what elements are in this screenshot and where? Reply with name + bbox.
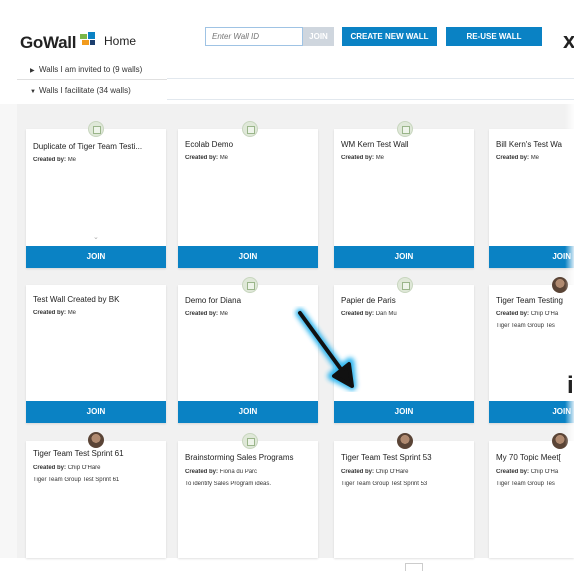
wall-icon	[397, 121, 413, 137]
wall-description: Tiger Team Group Test Sprint 61	[33, 477, 120, 483]
caret-right-icon: ▶	[30, 68, 35, 74]
wall-creator: Created by: Me	[185, 311, 229, 317]
join-button[interactable]: JOIN	[334, 401, 474, 423]
join-button[interactable]: JOIN	[489, 401, 574, 423]
scroll-tab[interactable]	[405, 563, 423, 571]
section-invited-walls[interactable]: ▶ Walls I am invited to (9 walls)	[17, 60, 167, 80]
create-new-wall-button[interactable]: CREATE NEW WALL	[342, 27, 437, 46]
wall-card[interactable]: Tiger Team Test Sprint 53 Created by: Ch…	[334, 441, 474, 558]
edge-fade	[565, 100, 574, 558]
avatar	[88, 432, 104, 448]
wall-creator: Created by: Chip O'Hare	[341, 469, 409, 475]
wall-creator: Created by: Chip O'Ha	[496, 311, 559, 317]
divider	[167, 99, 574, 100]
wall-title: WM Kern Test Wall	[341, 140, 409, 149]
wall-creator: Created by: Me	[341, 155, 385, 161]
wall-icon	[242, 277, 258, 293]
close-icon[interactable]: x	[563, 28, 574, 54]
section-facilitated-walls[interactable]: ▼ Walls I facilitate (34 walls)	[17, 81, 167, 101]
wall-icon	[242, 433, 258, 449]
wall-title: Ecolab Demo	[185, 140, 234, 149]
top-header: GoWall Home JOIN CREATE NEW WALL RE-USE …	[0, 0, 574, 58]
logo-mark-icon	[80, 32, 95, 45]
join-button[interactable]: JOIN	[26, 246, 166, 268]
join-wall-button[interactable]: JOIN	[303, 27, 334, 46]
wall-card[interactable]: Duplicate of Tiger Team Testi... Created…	[26, 129, 166, 268]
partial-glyph: i	[567, 372, 574, 399]
wall-card[interactable]: Brainstorming Sales Programs Created by:…	[178, 441, 318, 558]
wall-card[interactable]: Bill Kern's Test Wa Created by: Me JOIN	[489, 129, 574, 268]
wall-card[interactable]: Ecolab Demo Created by: Me JOIN	[178, 129, 318, 268]
wall-creator: Created by: Fiona du Parc	[185, 469, 258, 475]
chevron-down-icon[interactable]: ⌄	[93, 233, 99, 241]
wall-card[interactable]: My 70 Topic Meet[ Created by: Chip O'Ha …	[489, 441, 574, 558]
wall-description: Tiger Team Group Tes	[496, 323, 555, 329]
wall-icon	[397, 277, 413, 293]
wall-card[interactable]: Demo for Diana Created by: Me JOIN	[178, 285, 318, 423]
wall-icon	[242, 121, 258, 137]
join-button[interactable]: JOIN	[178, 401, 318, 423]
wall-title: Tiger Team Test Sprint 61	[33, 449, 124, 458]
wall-creator: Created by: Chip O'Ha	[496, 469, 559, 475]
wall-title: Test Wall Created by BK	[33, 295, 120, 304]
wall-card[interactable]: Tiger Team Testing Created by: Chip O'Ha…	[489, 285, 574, 423]
wall-card[interactable]: Test Wall Created by BK Created by: Me J…	[26, 285, 166, 423]
wall-title: Bill Kern's Test Wa	[496, 140, 562, 149]
wall-creator: Created by: Me	[496, 155, 540, 161]
wall-title: Papier de Paris	[341, 296, 396, 305]
join-button[interactable]: JOIN	[178, 246, 318, 268]
wall-title: Duplicate of Tiger Team Testi...	[33, 142, 143, 151]
wall-creator: Created by: Me	[33, 310, 77, 316]
join-button[interactable]: JOIN	[26, 401, 166, 423]
wall-creator: Created by: Me	[185, 155, 229, 161]
section-label: Walls I facilitate (34 walls)	[39, 86, 131, 95]
section-label: Walls I am invited to (9 walls)	[39, 65, 143, 74]
wall-title: Demo for Diana	[185, 296, 242, 305]
grid-edge	[0, 104, 17, 558]
avatar	[397, 433, 413, 449]
caret-down-icon: ▼	[30, 89, 36, 95]
gowall-logo[interactable]: GoWall	[20, 33, 76, 53]
wall-card[interactable]: WM Kern Test Wall Created by: Me JOIN	[334, 129, 474, 268]
wall-id-input[interactable]	[205, 27, 303, 46]
join-button[interactable]: JOIN	[334, 246, 474, 268]
wall-title: Tiger Team Testing	[496, 296, 563, 305]
wall-card[interactable]: Papier de Paris Created by: Dan Mu JOIN	[334, 285, 474, 423]
wall-creator: Created by: Me	[33, 157, 77, 163]
wall-description: Tiger Team Group Tes	[496, 481, 555, 487]
wall-creator: Created by: Chip O'Hare	[33, 465, 101, 471]
wall-title: My 70 Topic Meet[	[496, 453, 561, 462]
reuse-wall-button[interactable]: RE-USE WALL	[446, 27, 542, 46]
wall-title: Tiger Team Test Sprint 53	[341, 453, 432, 462]
wall-card[interactable]: Tiger Team Test Sprint 61 Created by: Ch…	[26, 441, 166, 558]
wall-creator: Created by: Dan Mu	[341, 311, 397, 317]
wall-icon	[88, 121, 104, 137]
join-button[interactable]: JOIN	[489, 246, 574, 268]
home-link[interactable]: Home	[104, 34, 136, 48]
wall-description: To identify Sales Program ideas.	[185, 481, 272, 487]
wall-title: Brainstorming Sales Programs	[185, 453, 294, 462]
wall-description: Tiger Team Group Test Sprint 53	[341, 481, 428, 487]
